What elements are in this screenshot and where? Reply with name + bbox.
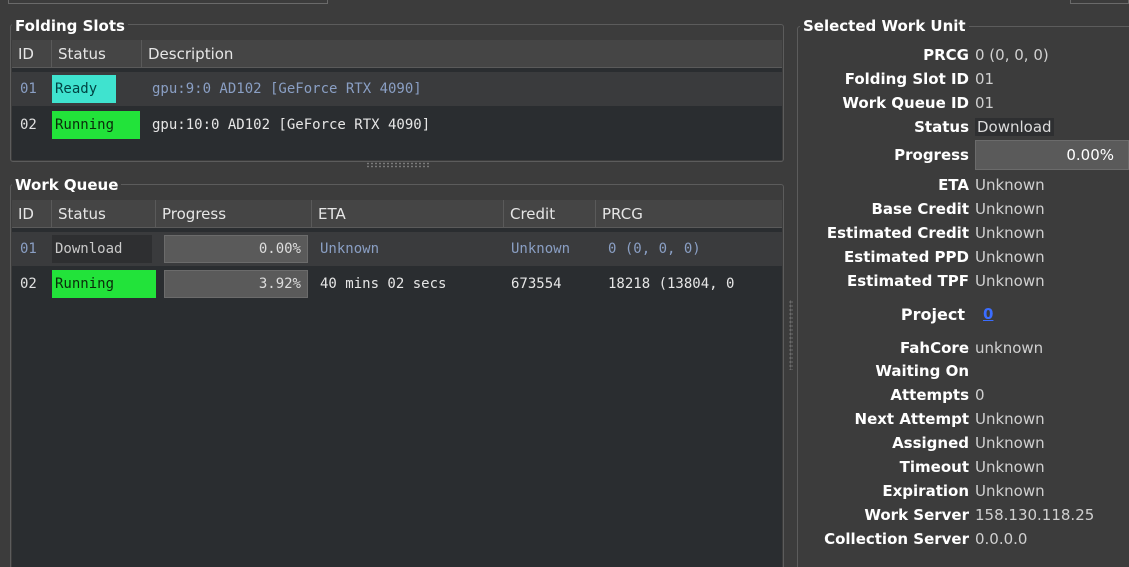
attempts-label: Attempts — [890, 386, 969, 404]
work-server-value: 158.130.118.25 — [975, 506, 1095, 524]
queue-eta: Unknown — [320, 241, 380, 257]
eta-label: ETA — [938, 176, 969, 194]
queue-progress-bar: 3.92% — [164, 270, 308, 298]
work-queue-header: ID Status Progress ETA Credit PRCG — [12, 200, 782, 228]
progress-label: Progress — [894, 146, 969, 164]
queue-credit: 673554 — [511, 276, 562, 292]
assigned-value: Unknown — [975, 434, 1045, 452]
expiration-value: Unknown — [975, 482, 1045, 500]
slot-description: gpu:10:0 AD102 [GeForce RTX 4090] — [152, 117, 431, 133]
queue-id: 02 — [20, 276, 37, 292]
column-header-status[interactable]: Status — [52, 40, 142, 68]
estimated-ppd-label: Estimated PPD — [844, 248, 969, 266]
queue-prcg: 18218 (13804, 0 — [608, 276, 735, 292]
base-credit-value: Unknown — [975, 200, 1045, 218]
work-queue-id-value: 01 — [975, 94, 995, 112]
column-header-credit[interactable]: Credit — [504, 200, 596, 228]
expiration-label: Expiration — [882, 482, 969, 500]
folding-slots-table: ID Status Description 01 Ready gpu:9:0 A… — [12, 40, 782, 160]
queue-id: 01 — [20, 241, 37, 257]
work-server-label: Work Server — [864, 506, 969, 524]
assigned-label: Assigned — [892, 434, 969, 452]
column-header-status[interactable]: Status — [52, 200, 156, 228]
column-header-description[interactable]: Description — [142, 40, 782, 68]
base-credit-label: Base Credit — [871, 200, 969, 218]
fahcore-label: FahCore — [899, 339, 969, 357]
folding-slot-id-label: Folding Slot ID — [844, 70, 969, 88]
column-header-id[interactable]: ID — [12, 40, 52, 68]
column-header-eta[interactable]: ETA — [312, 200, 504, 228]
timeout-label: Timeout — [899, 458, 969, 476]
next-attempt-value: Unknown — [975, 410, 1045, 428]
status-value: Download — [975, 118, 1054, 136]
splitter-handle[interactable] — [366, 162, 430, 168]
estimated-tpf-label: Estimated TPF — [846, 272, 969, 290]
top-frame-edge-right — [1070, 0, 1129, 4]
vertical-splitter-handle[interactable] — [789, 300, 793, 370]
collection-server-label: Collection Server — [824, 530, 969, 548]
queue-progress-bar: 0.00% — [164, 235, 308, 263]
estimated-credit-value: Unknown — [975, 224, 1045, 242]
queue-eta: 40 mins 02 secs — [320, 276, 447, 292]
estimated-ppd-value: Unknown — [975, 248, 1045, 266]
estimated-tpf-value: Unknown — [975, 272, 1045, 290]
queue-credit: Unknown — [511, 241, 571, 257]
slot-row[interactable]: 01 Ready gpu:9:0 AD102 [GeForce RTX 4090… — [12, 72, 782, 106]
timeout-value: Unknown — [975, 458, 1045, 476]
prcg-value: 0 (0, 0, 0) — [975, 46, 1049, 64]
eta-value: Unknown — [975, 176, 1045, 194]
work-queue-table: ID Status Progress ETA Credit PRCG 01 Do… — [12, 200, 782, 567]
estimated-credit-label: Estimated Credit — [826, 224, 969, 242]
folding-slots-title: Folding Slots — [12, 17, 128, 35]
queue-status-badge: Running — [52, 270, 156, 298]
work-queue-title: Work Queue — [12, 176, 122, 194]
work-queue-id-label: Work Queue ID — [842, 94, 969, 112]
folding-slots-header: ID Status Description — [12, 40, 782, 68]
project-label: Project — [900, 305, 965, 324]
queue-status-badge: Download — [52, 235, 152, 263]
attempts-value: 0 — [975, 386, 985, 404]
slot-status-badge: Running — [52, 111, 140, 139]
prcg-label: PRCG — [923, 46, 969, 64]
folding-slot-id-value: 01 — [975, 70, 995, 88]
project-link[interactable]: 0 — [983, 305, 993, 323]
queue-row[interactable]: 02 Running 3.92% 40 mins 02 secs 673554 … — [12, 267, 782, 301]
slot-description: gpu:9:0 AD102 [GeForce RTX 4090] — [152, 81, 422, 97]
queue-row[interactable]: 01 Download 0.00% Unknown Unknown 0 (0, … — [12, 232, 782, 266]
queue-prcg: 0 (0, 0, 0) — [608, 241, 701, 257]
column-header-prcg[interactable]: PRCG — [596, 200, 782, 228]
fahcore-value: unknown — [975, 339, 1044, 357]
selected-work-unit-title: Selected Work Unit — [800, 17, 969, 35]
progress-bar: 0.00% — [975, 140, 1129, 170]
next-attempt-label: Next Attempt — [854, 410, 969, 428]
slot-id: 02 — [20, 117, 37, 133]
slot-status-badge: Ready — [52, 75, 116, 103]
slot-row[interactable]: 02 Running gpu:10:0 AD102 [GeForce RTX 4… — [12, 108, 782, 142]
waiting-on-label: Waiting On — [875, 362, 969, 380]
collection-server-value: 0.0.0.0 — [975, 530, 1028, 548]
column-header-progress[interactable]: Progress — [156, 200, 312, 228]
slot-id: 01 — [20, 81, 37, 97]
status-label: Status — [914, 118, 969, 136]
column-header-id[interactable]: ID — [12, 200, 52, 228]
top-frame-edge-left — [8, 0, 328, 4]
